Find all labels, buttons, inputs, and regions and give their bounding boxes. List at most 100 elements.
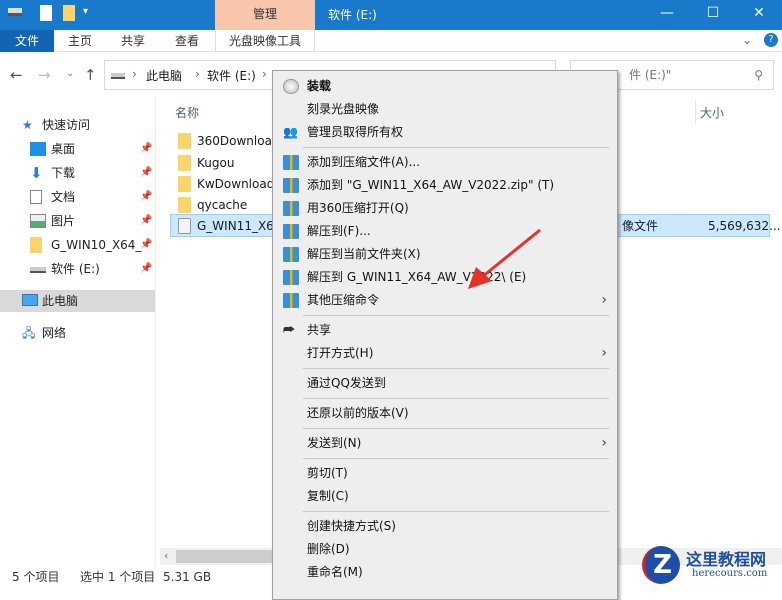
sidebar-item-pictures[interactable]: 图片 📌 [0,210,155,232]
folder-icon [178,176,191,192]
menu-item-take-ownership[interactable]: 👥 管理员取得所有权 [273,121,617,144]
sidebar-label: 此电脑 [42,294,79,308]
selected-size: 5.31 GB [163,570,212,584]
menu-item-open-360[interactable]: 用360压缩打开(Q) [273,197,617,220]
sidebar-item-documents[interactable]: 文档 📌 [0,186,155,208]
archive-icon [283,293,299,308]
disc-image-icon [178,218,191,234]
menu-item-cut[interactable]: 剪切(T) [273,462,617,485]
navigation-pane: ★ 快速访问 桌面 📌 ⬇ 下载 📌 文档 📌 图片 📌 G_WIN10_X64_ 📌 软件 … [0,100,155,565]
pin-icon: 📌 [140,167,153,178]
menu-item-delete[interactable]: 删除(D) [273,538,617,561]
sidebar-network[interactable]: 🖧 网络 [0,322,155,344]
menu-item-more-compress[interactable]: 其他压缩命令 › [273,289,617,312]
menu-item-open-with[interactable]: 打开方式(H) › [273,342,617,365]
search-placeholder: 件 (E:)" [629,68,672,82]
menu-item-extract-folder[interactable]: 解压到 G_WIN11_X64_AW_V2022\ (E) [273,266,617,289]
menu-item-send-to[interactable]: 发送到(N) › [273,432,617,455]
archive-icon [283,201,299,216]
breadcrumb-this-pc[interactable]: 此电脑 [146,67,182,84]
sidebar-label: 文档 [51,190,76,204]
column-header-name[interactable]: 名称 [175,104,199,121]
tab-manage[interactable]: 管理 [215,0,315,30]
selected-count: 选中 1 个项目 [80,570,156,584]
sidebar-item-desktop[interactable]: 桌面 📌 [0,138,155,160]
folder-icon [30,237,42,253]
expand-ribbon-icon[interactable]: ⌄ [742,33,752,47]
sidebar-item-g-win10[interactable]: G_WIN10_X64_ 📌 [0,234,155,256]
download-icon: ⬇ [30,164,43,182]
chevron-down-icon[interactable]: ▾ [83,6,88,17]
search-icon: ⚲ [754,68,763,82]
picture-icon [30,214,46,228]
maximize-button[interactable]: ☐ [690,0,736,28]
logo-z-icon: Z [642,546,680,584]
tab-file[interactable]: 文件 [0,30,54,52]
file-name: 360Downloa [197,134,272,148]
minimize-button[interactable]: — [644,0,690,28]
help-icon[interactable]: ? [764,33,778,47]
tab-share[interactable]: 共享 [106,30,160,52]
pin-icon: 📌 [140,191,153,202]
menu-item-extract-to[interactable]: 解压到(F)... [273,220,617,243]
menu-item-mount[interactable]: 装载 [273,75,617,98]
window-title: 软件 (E:) [328,8,377,22]
breadcrumb-drive-e[interactable]: 软件 (E:) [207,67,256,84]
disc-icon [283,79,299,94]
menu-item-restore-versions[interactable]: 还原以前的版本(V) [273,402,617,425]
pin-icon: 📌 [140,263,153,274]
file-type: 像文件 [622,219,659,233]
sidebar-item-downloads[interactable]: ⬇ 下载 📌 [0,162,155,184]
menu-item-extract-here[interactable]: 解压到当前文件夹(X) [273,243,617,266]
share-icon: ⮫ [283,323,296,338]
watermark-logo: Z 这里教程网 herecours.com [630,540,782,588]
sidebar-label: 桌面 [51,142,76,156]
tab-disc-image-tools[interactable]: 光盘映像工具 [215,30,315,52]
drive-icon [111,73,125,79]
sidebar-label: 下载 [51,166,76,180]
recent-dropdown-icon[interactable]: ⌄ [66,68,74,79]
sidebar-label: G_WIN10_X64_ [51,238,142,252]
properties-icon[interactable] [40,5,52,21]
up-icon[interactable]: ↑ [84,66,97,84]
back-icon[interactable]: ← [10,66,23,84]
menu-item-send-qq[interactable]: 通过QQ发送到 [273,372,617,395]
tab-home[interactable]: 主页 [54,30,106,52]
computer-icon [22,294,38,306]
chevron-right-icon: › [601,345,607,361]
forward-icon[interactable]: → [38,66,51,84]
menu-item-rename[interactable]: 重命名(M) [273,561,617,584]
drive-icon[interactable] [8,8,22,16]
archive-icon [283,155,299,170]
menu-item-create-shortcut[interactable]: 创建快捷方式(S) [273,515,617,538]
folder-icon [178,155,191,171]
drive-icon [30,267,46,273]
menu-item-add-archive[interactable]: 添加到压缩文件(A)... [273,151,617,174]
folder-icon [178,133,191,149]
watermark-name: 这里教程网 [686,550,767,569]
scroll-left-icon[interactable]: ‹ [164,549,168,562]
sidebar-label: 网络 [42,326,67,340]
menu-item-add-zip[interactable]: 添加到 "G_WIN11_X64_AW_V2022.zip" (T) [273,174,617,197]
archive-icon [283,178,299,193]
chevron-right-icon: › [601,292,607,308]
sidebar-label: 软件 (E:) [51,262,100,276]
star-icon: ★ [22,118,33,132]
watermark-url: herecours.com [692,568,768,579]
document-icon [30,190,42,204]
sidebar-label: 快速访问 [42,118,91,132]
menu-item-copy[interactable]: 复制(C) [273,485,617,508]
file-size: 5,569,632... [708,219,781,233]
sidebar-this-pc[interactable]: 此电脑 [0,290,155,312]
menu-item-share[interactable]: ⮫ 共享 [273,319,617,342]
sidebar-quick-access[interactable]: ★ 快速访问 [0,114,155,136]
menu-item-burn[interactable]: 刻录光盘映像 [273,98,617,121]
sidebar-item-drive-e[interactable]: 软件 (E:) 📌 [0,258,155,280]
close-button[interactable]: ✕ [736,0,782,28]
tab-view[interactable]: 查看 [160,30,214,52]
chevron-right-icon: › [601,435,607,451]
column-header-size[interactable]: 大小 [700,104,724,121]
file-name: qycache [197,198,248,212]
new-folder-icon[interactable] [63,5,75,21]
file-name: G_WIN11_X6 [197,219,274,233]
